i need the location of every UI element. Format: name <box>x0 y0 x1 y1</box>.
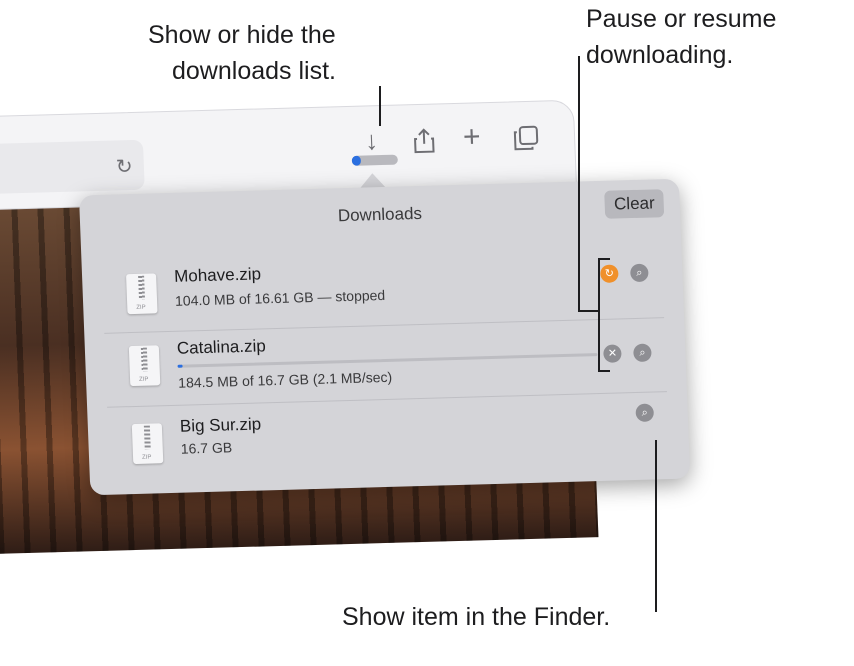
magnifier-icon[interactable]: ⌕ <box>633 343 652 363</box>
file-status: 104.0 MB of 16.61 GB — stopped <box>174 286 386 309</box>
callout-pause-line1: Pause or resume <box>586 5 777 33</box>
callout-line-pause-joint <box>578 310 600 312</box>
download-arrow-icon[interactable]: ↓ <box>364 125 378 156</box>
share-icon[interactable] <box>413 128 436 162</box>
callout-line-pause <box>578 56 580 312</box>
file-name: Catalina.zip <box>176 336 267 358</box>
safari-window-scene: ↻ ↓ + Downloads Clear ZIP Mohave.zip 104… <box>0 0 854 665</box>
callout-line-finder <box>655 440 657 612</box>
file-status: 184.5 MB of 16.7 GB (2.1 MB/sec) <box>177 368 393 391</box>
zip-file-icon: ZIP <box>131 423 164 465</box>
clear-button[interactable]: Clear <box>604 189 665 219</box>
callout-show-hide-line2: downloads list. <box>172 57 336 85</box>
zip-file-icon: ZIP <box>126 273 158 315</box>
download-row-big-sur[interactable]: ZIP Big Sur.zip 16.7 GB ⌕ <box>107 399 669 481</box>
file-name: Big Sur.zip <box>179 414 262 436</box>
magnifier-icon[interactable]: ⌕ <box>630 263 649 283</box>
downloads-progress-indicator[interactable] <box>351 154 399 166</box>
callout-pause-line2: downloading. <box>586 41 734 69</box>
reload-icon[interactable]: ↻ <box>115 154 133 179</box>
zip-file-icon: ZIP <box>128 345 161 387</box>
download-progress-fill <box>177 364 183 368</box>
callout-bracket-pause <box>598 258 610 372</box>
file-name: Mohave.zip <box>173 264 262 286</box>
figure: ↻ ↓ + Downloads Clear ZIP Mohave.zip 104… <box>0 0 854 654</box>
magnifier-icon[interactable]: ⌕ <box>635 403 655 423</box>
file-status: 16.7 GB <box>180 439 233 457</box>
popover-title: Downloads <box>337 203 423 226</box>
callout-line-download <box>379 86 381 126</box>
downloads-progress-fill <box>351 155 362 166</box>
callout-show-hide-line1: Show or hide the <box>148 21 336 49</box>
download-row-catalina[interactable]: ZIP Catalina.zip 184.5 MB of 16.7 GB (2.… <box>104 321 666 403</box>
tab-overview-icon[interactable] <box>513 125 540 159</box>
callout-finder: Show item in the Finder. <box>342 603 611 631</box>
plus-icon[interactable]: + <box>462 120 481 154</box>
